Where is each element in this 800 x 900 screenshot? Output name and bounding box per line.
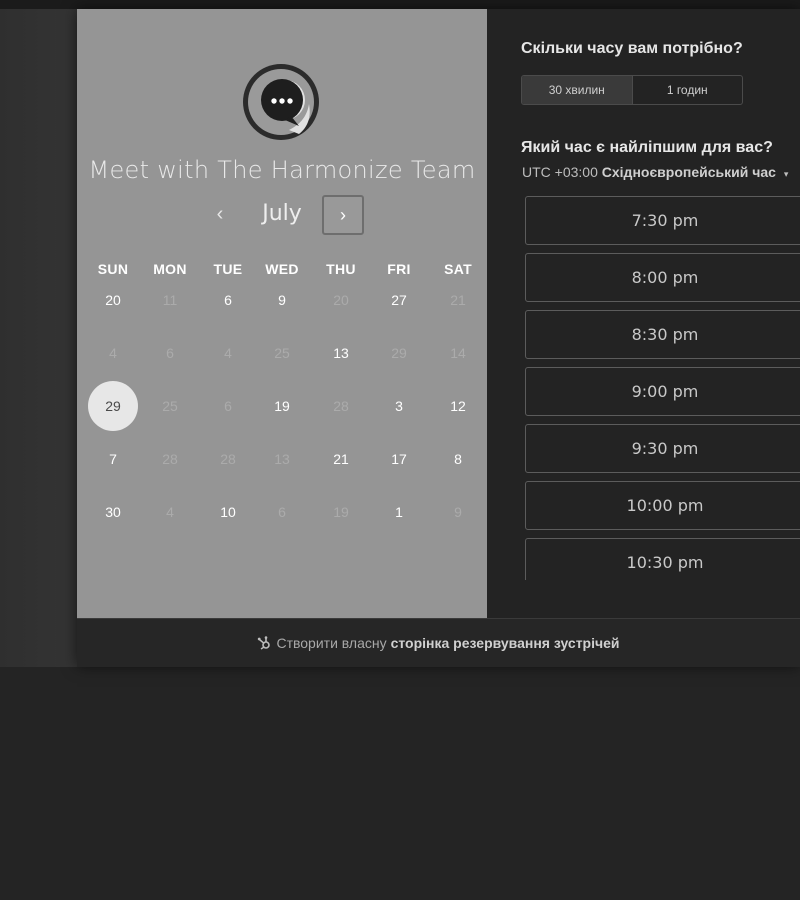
available-day[interactable]: 19 <box>257 381 307 431</box>
available-day[interactable]: 1 <box>374 487 424 537</box>
unavailable-day: 4 <box>224 345 232 361</box>
available-day[interactable]: 10 <box>203 487 253 537</box>
timezone-selector[interactable]: UTC +03:00 Східноєвропейський час ▾ <box>522 164 788 180</box>
footer-text: Створити власну <box>276 635 387 651</box>
chevron-right-icon: › <box>340 204 346 225</box>
time-slot-button[interactable]: 10:00 pm <box>525 481 800 530</box>
unavailable-day: 20 <box>333 292 349 308</box>
time-slot-button[interactable]: 8:00 pm <box>525 253 800 302</box>
available-day[interactable]: 8 <box>433 434 483 484</box>
next-month-button[interactable]: › <box>322 195 364 235</box>
unavailable-day: 14 <box>450 345 466 361</box>
unavailable-day: 28 <box>162 451 178 467</box>
unavailable-day: 6 <box>166 345 174 361</box>
previous-month-button[interactable]: ‹ <box>205 199 235 229</box>
unavailable-day: 29 <box>391 345 407 361</box>
chat-bubble-logo-icon <box>243 64 319 140</box>
time-slot-button[interactable]: 7:30 pm <box>525 196 800 245</box>
time-slot-button[interactable]: 9:00 pm <box>525 367 800 416</box>
available-day[interactable]: 27 <box>374 275 424 325</box>
duration-option-1hour[interactable]: 1 годин <box>633 76 743 104</box>
unavailable-day: 25 <box>162 398 178 414</box>
page-title: Meet with The Harmonize Team <box>88 156 476 184</box>
unavailable-day: 19 <box>333 504 349 520</box>
duration-question: Скільки часу вам потрібно? <box>521 40 743 57</box>
unavailable-day: 4 <box>109 345 117 361</box>
unavailable-day: 4 <box>166 504 174 520</box>
footer-bar: Створити власну сторінка резервування зу… <box>77 618 800 667</box>
footer-link[interactable]: сторінка резервування зустрічей <box>391 635 620 651</box>
time-slot-list[interactable]: 7:30 pm 8:00 pm 8:30 pm 9:00 pm 9:30 pm 10:00… <box>525 196 800 580</box>
selected-day[interactable]: 29 <box>88 381 138 431</box>
page-left-margin <box>0 9 77 667</box>
duration-option-30min[interactable]: 30 хвилин <box>522 76 633 104</box>
hubspot-sprocket-icon <box>257 636 271 650</box>
unavailable-day: 11 <box>162 292 178 308</box>
available-day[interactable]: 9 <box>257 275 307 325</box>
calendar-panel: Meet with The Harmonize Team ‹ July › SU… <box>77 9 487 618</box>
unavailable-day: 28 <box>220 451 236 467</box>
unavailable-day: 13 <box>274 451 290 467</box>
time-slot-button[interactable]: 9:30 pm <box>525 424 800 473</box>
unavailable-day: 28 <box>333 398 349 414</box>
timezone-offset: UTC +03:00 <box>522 164 598 180</box>
available-day[interactable]: 20 <box>88 275 138 325</box>
available-day[interactable]: 12 <box>433 381 483 431</box>
caret-down-icon: ▾ <box>783 169 789 179</box>
unavailable-day: 21 <box>450 292 466 308</box>
time-question: Який час є найліпшим для вас? <box>521 139 773 156</box>
available-day[interactable]: 3 <box>374 381 424 431</box>
available-day[interactable]: 30 <box>88 487 138 537</box>
chevron-left-icon: ‹ <box>216 202 224 225</box>
time-panel: Скільки часу вам потрібно? 30 хвилин 1 г… <box>487 9 800 618</box>
available-day[interactable]: 7 <box>88 434 138 484</box>
available-day[interactable]: 13 <box>316 328 366 378</box>
calendar-grid: 20 11 6 9 20 27 21 4 6 4 25 13 29 14 29 25 6 19 28 3 12 7 28 28… <box>77 279 487 544</box>
unavailable-day: 6 <box>224 398 232 414</box>
available-day[interactable]: 17 <box>374 434 424 484</box>
time-slot-button[interactable]: 8:30 pm <box>525 310 800 359</box>
unavailable-day: 9 <box>454 504 462 520</box>
duration-toggle: 30 хвилин 1 годин <box>521 75 743 105</box>
unavailable-day: 6 <box>278 504 286 520</box>
unavailable-day: 25 <box>274 345 290 361</box>
top-strip <box>0 0 800 9</box>
booking-card: Meet with The Harmonize Team ‹ July › SU… <box>77 9 800 667</box>
available-day[interactable]: 6 <box>203 275 253 325</box>
available-day[interactable]: 21 <box>316 434 366 484</box>
time-slot-button[interactable]: 10:30 pm <box>525 538 800 580</box>
month-label: July <box>262 201 302 226</box>
timezone-name: Східноєвропейський час <box>601 164 776 180</box>
